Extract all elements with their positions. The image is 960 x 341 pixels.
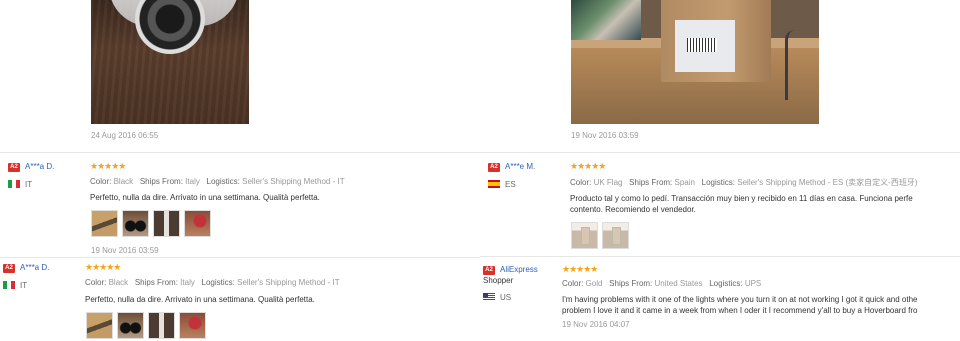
reviewer-country: ES: [505, 180, 516, 189]
reviewer-name-line-2[interactable]: Shopper: [483, 276, 513, 285]
ships-from-value: Italy: [180, 278, 195, 287]
level-badge: A2: [483, 266, 495, 275]
ships-from-label: Ships From:: [629, 178, 673, 187]
color-value: Black: [113, 177, 134, 186]
color-value: UK Flag: [593, 178, 623, 187]
star-rating: ★★★★★: [90, 161, 126, 171]
review-meta: Color: Gold Ships From: United States Lo…: [562, 279, 761, 288]
review-meta: Color: UK Flag Ships From: Spain Logisti…: [570, 177, 918, 188]
reviewer-name-line-1[interactable]: AliExpress: [500, 265, 538, 274]
reviewer-name[interactable]: A***a D.: [20, 263, 49, 272]
review-thumbnail[interactable]: [117, 312, 144, 339]
ships-from-label: Ships From:: [139, 177, 183, 186]
review-thumbnail[interactable]: [86, 312, 113, 339]
review-text: Perfetto, nulla da dire. Arrivato in una…: [90, 193, 320, 202]
logistics-value: Seller's Shipping Method - IT: [242, 177, 345, 186]
review-photo-hoverboard[interactable]: [91, 0, 249, 124]
review-text-line-2: contento. Recomiendo el vendedor.: [570, 205, 696, 214]
review-thumbnail[interactable]: [571, 222, 598, 249]
ships-from-value: United States: [654, 279, 703, 288]
logistics-label: Logistics:: [201, 278, 235, 287]
color-label: Color:: [85, 278, 107, 287]
reviewer-country: IT: [25, 180, 33, 189]
review-meta: Color: Black Ships From: Italy Logistics…: [85, 278, 340, 287]
usa-flag-icon: [483, 293, 495, 301]
ships-from-value: Italy: [185, 177, 200, 186]
color-value: Gold: [585, 279, 603, 288]
review-thumbnail[interactable]: [602, 222, 629, 249]
star-rating: ★★★★★: [562, 264, 598, 274]
barcode-icon: [687, 38, 717, 52]
level-badge: A2: [3, 264, 15, 273]
spain-flag-icon: [488, 180, 500, 188]
level-badge: A2: [488, 163, 500, 172]
italy-flag-icon: [8, 180, 20, 188]
level-badge: A2: [8, 163, 20, 172]
chair: [785, 30, 813, 100]
review-thumbnail[interactable]: [184, 210, 211, 237]
left-review-column: 24 Aug 2016 06:55 A2 A***a D. IT ★★★★★ C…: [0, 0, 480, 341]
review-thumbnail[interactable]: [122, 210, 149, 237]
logistics-label: Logistics:: [206, 177, 240, 186]
shipping-label: [675, 20, 735, 72]
italy-flag-icon: [3, 281, 15, 289]
color-label: Color:: [570, 178, 592, 187]
logistics-label: Logistics:: [701, 178, 736, 187]
review-meta: Color: Black Ships From: Italy Logistics…: [90, 177, 345, 186]
star-rating: ★★★★★: [85, 262, 121, 272]
ships-from-label: Ships From:: [609, 279, 653, 288]
review-date: 19 Nov 2016 03:59: [91, 246, 159, 255]
ships-from-label: Ships From:: [134, 278, 178, 287]
reviewer-country: US: [500, 293, 512, 302]
review-thumbnail[interactable]: [91, 210, 118, 237]
divider: [0, 257, 480, 258]
reviewer-name[interactable]: A***a D.: [25, 162, 54, 171]
review-date: 19 Nov 2016 04:07: [562, 320, 630, 329]
review-text-line-1: Producto tal y como lo pedí. Transacción…: [570, 194, 913, 203]
review-thumbnail[interactable]: [179, 312, 206, 339]
logistics-value: Seller's Shipping Method - IT: [237, 278, 340, 287]
right-review-column: 19 Nov 2016 03:59 A2 A***e M. ES ★★★★★ C…: [480, 0, 960, 341]
reviewer-name[interactable]: A***e M.: [505, 162, 535, 171]
star-rating: ★★★★★: [570, 161, 606, 171]
review-thumbnail[interactable]: [153, 210, 180, 237]
divider: [0, 152, 480, 153]
thumbnail-object: [581, 227, 590, 245]
review-photo-package[interactable]: [571, 0, 819, 124]
divider: [480, 256, 960, 257]
review-date: 19 Nov 2016 03:59: [571, 131, 639, 140]
review-text: Perfetto, nulla da dire. Arrivato in una…: [85, 295, 315, 304]
review-text-line-1: I'm having problems with it one of the l…: [562, 295, 918, 304]
logistics-label: Logistics:: [709, 279, 743, 288]
logistics-value: Seller's Shipping Method - ES (卖家自定义-西班牙…: [737, 178, 918, 187]
review-date: 24 Aug 2016 06:55: [91, 131, 159, 140]
review-thumbnail[interactable]: [148, 312, 175, 339]
ships-from-value: Spain: [674, 178, 695, 187]
color-label: Color:: [90, 177, 112, 186]
reviewer-country: IT: [20, 281, 28, 290]
review-text-line-2: problem I love it and it came in a week …: [562, 306, 918, 315]
decorative-tray: [571, 0, 641, 40]
color-value: Black: [108, 278, 129, 287]
divider: [480, 152, 960, 153]
color-label: Color:: [562, 279, 584, 288]
logistics-value: UPS: [744, 279, 762, 288]
thumbnail-object: [612, 227, 621, 245]
